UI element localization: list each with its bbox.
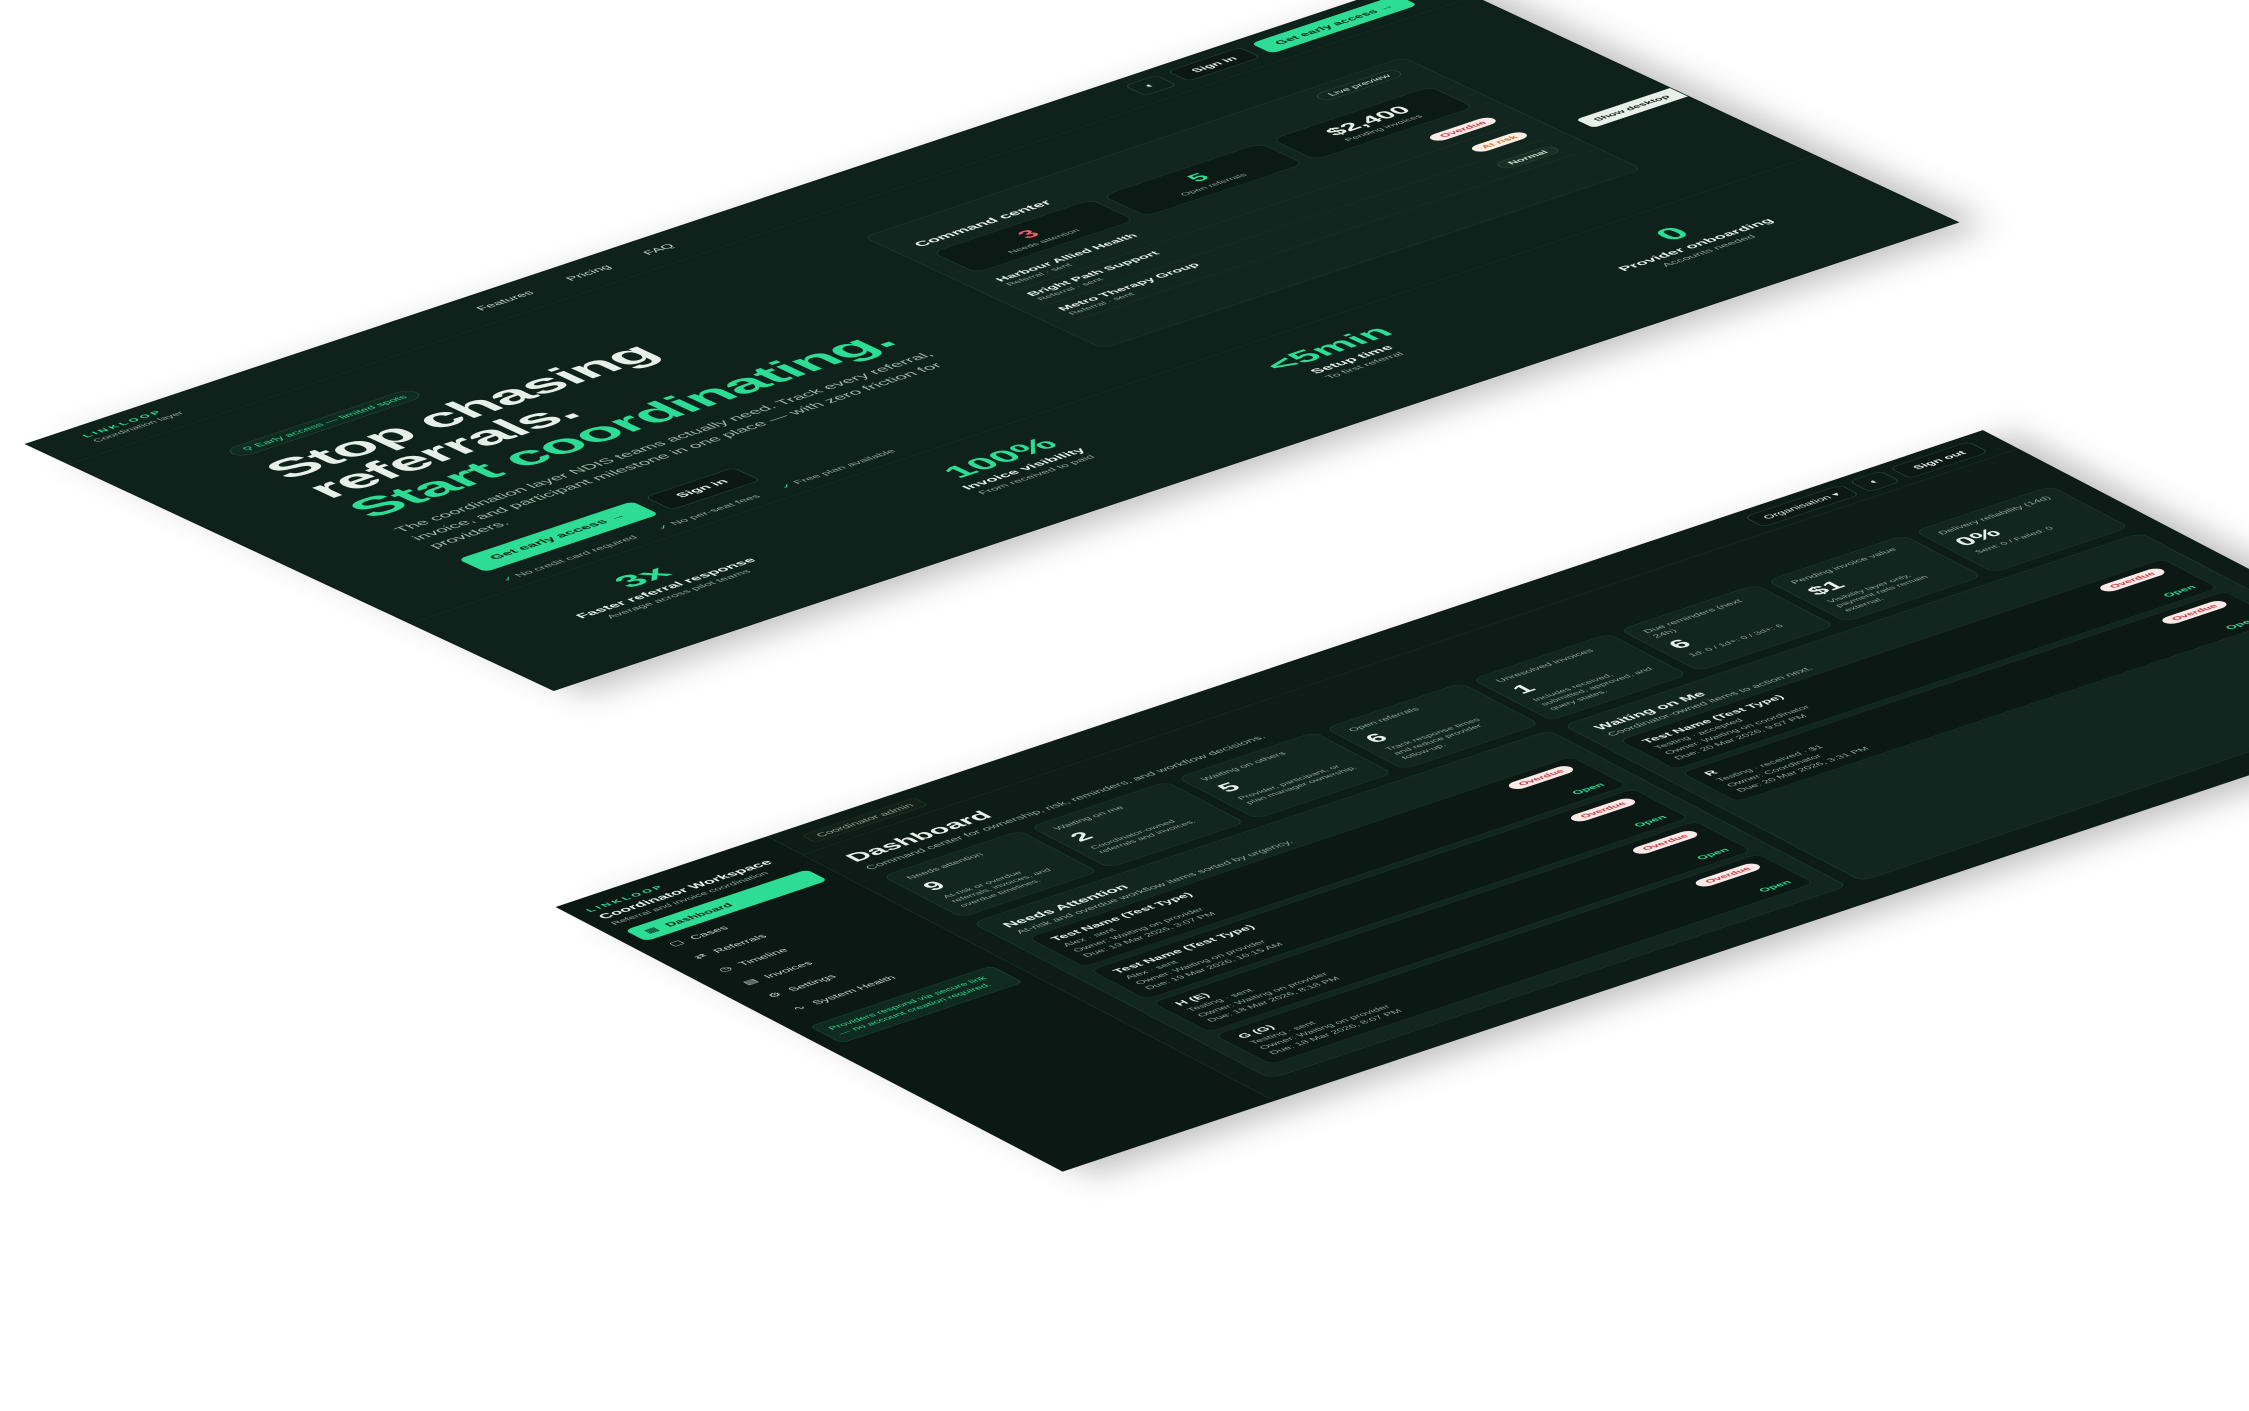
- pulse-icon: ∿: [789, 1003, 809, 1012]
- arrow-right-icon: →: [1374, 2, 1397, 12]
- nav-link-faq[interactable]: FAQ: [640, 243, 677, 257]
- nav-link-pricing[interactable]: Pricing: [563, 264, 614, 283]
- dashboard-icon: ▦: [640, 925, 662, 935]
- check-circle-icon: ✓: [654, 523, 673, 531]
- nav-get-access-label: Get early access: [1271, 8, 1381, 46]
- nav-link-features[interactable]: Features: [474, 290, 537, 313]
- stat-provider-onboarding: 0 Provider onboarding Accounts needed: [1583, 202, 1789, 278]
- stat-setup-time: <5min Setup time To first referral: [1256, 322, 1427, 386]
- arrow-right-icon: →: [604, 512, 630, 522]
- swap-icon: ⇄: [690, 952, 710, 961]
- show-desktop-button[interactable]: Show desktop: [1575, 88, 1688, 129]
- spark-icon: ⚲: [239, 444, 257, 452]
- nav-sign-in-button[interactable]: Sign in: [1166, 47, 1262, 82]
- chevron-down-icon: ▾: [1828, 491, 1843, 498]
- clock-icon: ◷: [715, 964, 735, 974]
- stat-invoice-visibility: 100% Invoice visibility From received to…: [927, 431, 1100, 496]
- invoice-icon: ▤: [739, 977, 761, 987]
- gear-icon: ⚙: [764, 990, 785, 999]
- nav-get-access-button[interactable]: Get early access →: [1250, 0, 1418, 54]
- check-circle-icon: ✓: [777, 482, 796, 490]
- hero-section: ⚲ Early access — limited spots Stop chas…: [224, 258, 1084, 583]
- check-circle-icon: ✓: [498, 574, 518, 583]
- theme-toggle-icon[interactable]: ◐: [1123, 75, 1178, 96]
- folder-icon: ▢: [665, 938, 687, 948]
- landing-logo[interactable]: LINKLOOP Coordination layer: [80, 405, 186, 443]
